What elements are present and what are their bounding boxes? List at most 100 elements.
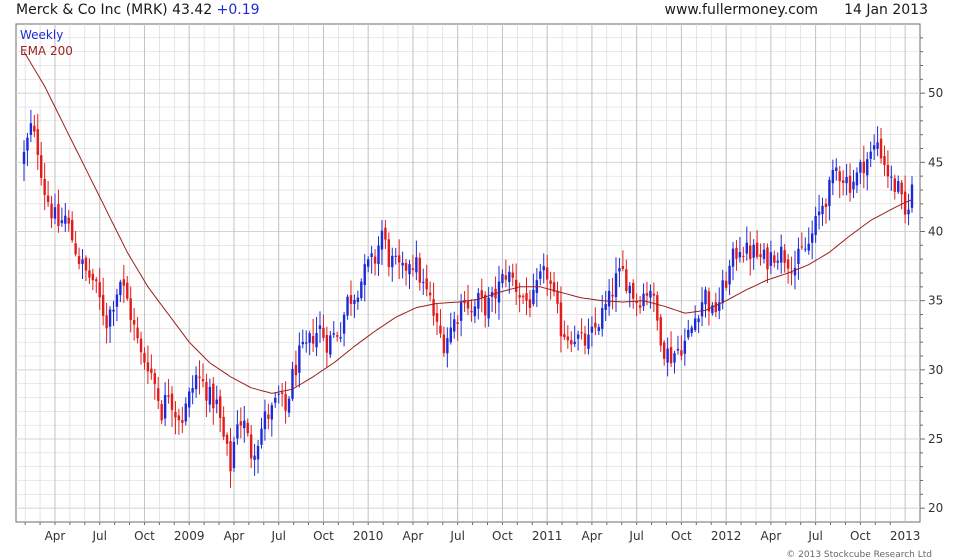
candle-body bbox=[852, 181, 855, 190]
candle-body bbox=[731, 248, 735, 267]
candle-body bbox=[188, 391, 191, 408]
candle-body bbox=[859, 162, 862, 173]
candle-body bbox=[545, 267, 549, 280]
candle-body bbox=[814, 215, 817, 235]
candle-body bbox=[514, 279, 518, 292]
candle-body bbox=[81, 259, 84, 265]
x-tick-label: Apr bbox=[403, 529, 424, 543]
candle-body bbox=[632, 282, 635, 299]
candle-body bbox=[687, 329, 690, 338]
candle-body bbox=[645, 292, 649, 296]
candle-body bbox=[838, 171, 841, 182]
candle-body bbox=[659, 317, 662, 346]
candle-body bbox=[456, 322, 459, 325]
candle-body bbox=[735, 247, 738, 259]
candle-body bbox=[380, 230, 384, 250]
candle-body bbox=[724, 280, 728, 288]
y-tick-label: 40 bbox=[928, 225, 943, 239]
candle-body bbox=[391, 255, 394, 268]
candle-body bbox=[346, 296, 349, 316]
x-tick-label: Oct bbox=[313, 529, 334, 543]
candle-body bbox=[239, 421, 243, 426]
candle-body bbox=[308, 333, 311, 343]
candle-body bbox=[394, 255, 397, 257]
candle-body bbox=[98, 282, 101, 298]
candle-body bbox=[74, 243, 77, 255]
candle-body bbox=[260, 428, 263, 445]
candle-body bbox=[607, 290, 611, 307]
candle-body bbox=[693, 318, 697, 330]
legend-ema-200: EMA 200 bbox=[20, 44, 73, 58]
candle-body bbox=[669, 346, 673, 364]
candle-body bbox=[122, 279, 126, 286]
candle-body bbox=[477, 293, 480, 309]
candle-body bbox=[642, 293, 645, 307]
candle-body bbox=[329, 335, 332, 355]
candle-body bbox=[366, 259, 370, 267]
copyright-notice: © 2013 Stockcube Research Ltd bbox=[786, 550, 932, 560]
candle-body bbox=[704, 289, 707, 305]
candle-body bbox=[618, 268, 621, 272]
candle-body bbox=[449, 327, 452, 343]
y-tick-label: 50 bbox=[928, 86, 943, 100]
candle-body bbox=[208, 386, 212, 405]
candle-body bbox=[759, 254, 762, 258]
candle-body bbox=[342, 314, 346, 334]
candle-body bbox=[43, 178, 46, 195]
x-tick-label: 2013 bbox=[890, 529, 921, 543]
candle-body bbox=[762, 249, 766, 259]
candle-body bbox=[676, 348, 680, 351]
candle-body bbox=[518, 295, 521, 298]
candle-body bbox=[793, 267, 797, 276]
candle-body bbox=[150, 368, 153, 373]
candle-body bbox=[67, 217, 70, 224]
candle-body bbox=[267, 414, 270, 419]
x-tick-label: 2011 bbox=[532, 529, 563, 543]
candle-body bbox=[263, 411, 267, 430]
candle-body bbox=[91, 273, 95, 281]
candle-body bbox=[484, 294, 487, 316]
candle-body bbox=[305, 342, 308, 344]
x-tick-label: Apr bbox=[45, 529, 66, 543]
candle-body bbox=[890, 176, 893, 178]
candle-body bbox=[542, 266, 545, 271]
candle-body bbox=[601, 308, 604, 329]
candle-body bbox=[33, 125, 36, 132]
candle-body bbox=[466, 300, 470, 309]
candle-body bbox=[160, 403, 163, 421]
candle-body bbox=[105, 315, 108, 329]
candle-body bbox=[215, 399, 218, 405]
candle-body bbox=[635, 301, 638, 304]
candle-body bbox=[256, 445, 260, 460]
x-tick-label: Apr bbox=[761, 529, 782, 543]
candle-body bbox=[95, 279, 98, 282]
candle-body bbox=[236, 424, 239, 439]
candle-body bbox=[769, 252, 773, 266]
candle-body bbox=[752, 244, 755, 258]
candle-body bbox=[501, 274, 504, 284]
candle-body bbox=[797, 248, 800, 265]
candle-body bbox=[576, 334, 580, 339]
candle-body bbox=[274, 397, 277, 403]
candle-body bbox=[339, 337, 342, 339]
candle-body bbox=[397, 255, 401, 263]
candle-body bbox=[745, 242, 748, 254]
y-tick-label: 45 bbox=[928, 155, 943, 169]
candle-body bbox=[886, 164, 890, 177]
candle-body bbox=[738, 252, 742, 258]
candle-body bbox=[473, 306, 477, 317]
legend-weekly: Weekly bbox=[20, 28, 64, 42]
candle-body bbox=[315, 333, 318, 348]
candle-body bbox=[318, 325, 322, 330]
candle-body bbox=[253, 455, 256, 460]
x-tick-label: Apr bbox=[224, 529, 245, 543]
candle-body bbox=[835, 167, 838, 171]
candle-body bbox=[628, 285, 631, 294]
candle-body bbox=[817, 211, 821, 216]
candle-body bbox=[511, 272, 514, 278]
candle-body bbox=[504, 275, 508, 280]
y-tick-label: 35 bbox=[928, 294, 943, 308]
candle-body bbox=[690, 327, 693, 333]
candle-body bbox=[194, 375, 198, 390]
candle-body bbox=[360, 281, 363, 299]
